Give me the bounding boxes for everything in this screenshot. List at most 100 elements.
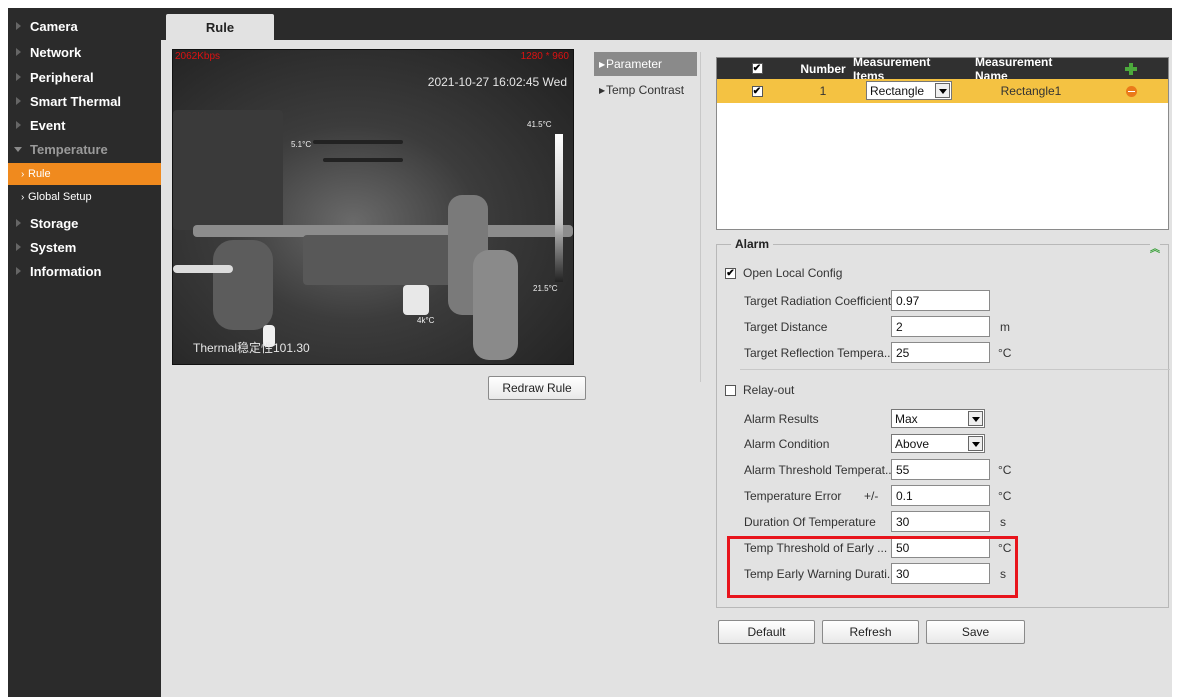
video-person-shape (213, 240, 273, 330)
sidebar-item-system[interactable]: System (8, 235, 161, 259)
sidebar-subitem-rule[interactable]: › Rule (8, 163, 161, 185)
default-button[interactable]: Default (718, 620, 815, 644)
video-temp-label: 5.1°C (291, 140, 312, 149)
expand-triangle-icon (16, 48, 21, 56)
tolerance-prefix: +/- (864, 489, 879, 503)
sidebar-item-label: System (30, 239, 77, 255)
target-reflection-temperature-input[interactable]: 25 (891, 342, 990, 363)
unit-label: °C (998, 489, 1012, 503)
sidebar-item-label: Smart Thermal (30, 93, 122, 109)
video-temp-label: 41.5°C (527, 120, 552, 129)
field-label: Alarm Results (744, 412, 819, 426)
dropdown-arrow-icon (968, 411, 983, 426)
measurement-table: ✔ Number Measurement Items Measurement N… (716, 54, 1169, 230)
sidebar-item-label: Storage (30, 215, 79, 231)
column-header-number: Number (800, 61, 846, 76)
thermal-video-preview[interactable]: 2062Kbps 1280 * 960 2021-10-27 16:02:45 … (172, 49, 574, 365)
sidebar-item-information[interactable]: Information (8, 259, 161, 283)
video-timestamp: 2021-10-27 16:02:45 Wed (427, 75, 567, 89)
dropdown-arrow-icon (968, 436, 983, 451)
unit-label: °C (998, 463, 1012, 477)
select-all-checkbox[interactable]: ✔ (747, 58, 767, 79)
target-radiation-coefficient-input[interactable]: 0.97 (891, 290, 990, 311)
column-header-measurement-name: Measurement Name (975, 54, 1053, 83)
temperature-error-input[interactable]: 0.1 (891, 485, 990, 506)
video-hot-object (403, 285, 429, 315)
unit-label: m (1000, 320, 1010, 334)
sidebar-subitem-global-setup[interactable]: › Global Setup (8, 186, 161, 208)
refresh-button[interactable]: Refresh (822, 620, 919, 644)
save-button[interactable]: Save (926, 620, 1025, 644)
unit-label: s (1000, 515, 1006, 529)
sidebar-item-network[interactable]: Network (8, 40, 161, 64)
video-scene-shape (313, 140, 403, 144)
checkbox-icon (725, 384, 736, 396)
parameter-subnav: ▶ Parameter ▶ Temp Contrast (594, 52, 697, 374)
subnav-label: Parameter (606, 57, 663, 71)
expand-triangle-icon (16, 219, 21, 227)
sidebar-item-temperature[interactable]: Temperature (8, 137, 161, 161)
relay-out-checkbox[interactable]: Relay-out (725, 383, 794, 397)
chevron-right-icon: › (21, 191, 25, 203)
sidebar-subitem-label: Global Setup (28, 191, 92, 203)
unit-label: °C (998, 346, 1012, 360)
subnav-label: Temp Contrast (606, 83, 685, 97)
expand-triangle-icon (16, 22, 21, 30)
alarm-group-title: Alarm (731, 237, 774, 251)
expand-triangle-icon (16, 97, 21, 105)
select-value: Rectangle (870, 83, 925, 98)
expand-triangle-icon (16, 73, 21, 81)
subnav-parameter[interactable]: ▶ Parameter (594, 52, 697, 76)
minus-circle-icon (1125, 85, 1137, 97)
checkbox-icon: ✔ (751, 85, 763, 97)
add-rule-button[interactable] (1121, 58, 1141, 79)
alarm-condition-select[interactable]: Above (891, 434, 985, 453)
delete-rule-button[interactable] (1121, 79, 1141, 103)
measurement-item-select[interactable]: Rectangle (866, 81, 952, 100)
select-value: Above (895, 436, 930, 451)
video-scene-shape (323, 158, 403, 162)
chevron-right-icon: › (21, 168, 25, 180)
dropdown-arrow-icon (935, 83, 950, 98)
tab-rule[interactable]: Rule (166, 14, 274, 40)
divider (740, 369, 1170, 370)
temperature-color-bar (555, 134, 563, 282)
open-local-config-checkbox[interactable]: ✔ Open Local Config (725, 266, 842, 280)
duration-of-temperature-input[interactable]: 30 (891, 511, 990, 532)
field-label: Alarm Threshold Temperat... (744, 463, 895, 477)
sidebar-item-smart-thermal[interactable]: Smart Thermal (8, 89, 161, 113)
top-bar (161, 8, 1172, 40)
video-temp-label: 21.5°C (533, 284, 558, 293)
row-checkbox[interactable]: ✔ (747, 79, 767, 103)
sidebar-item-storage[interactable]: Storage (8, 211, 161, 235)
target-distance-input[interactable]: 2 (891, 316, 990, 337)
alarm-threshold-temperature-input[interactable]: 55 (891, 459, 990, 480)
sidebar-item-label: Camera (30, 18, 78, 34)
alarm-results-select[interactable]: Max (891, 409, 985, 428)
video-scene-shape (173, 265, 233, 273)
row-measurement-name: Rectangle1 (1000, 84, 1062, 98)
checkbox-label: Open Local Config (743, 266, 843, 280)
select-value: Max (895, 411, 918, 426)
sidebar-item-event[interactable]: Event (8, 113, 161, 137)
video-bitrate: 2062Kbps (175, 51, 221, 62)
column-header-measurement-items: Measurement Items (853, 54, 931, 83)
expand-triangle-icon (16, 243, 21, 251)
divider (700, 52, 701, 382)
sidebar-item-camera[interactable]: Camera (8, 14, 161, 38)
video-scene-shape (173, 110, 283, 230)
video-osd-text: Thermal稳定性101.30 (193, 341, 310, 355)
redraw-rule-button[interactable]: Redraw Rule (488, 376, 586, 400)
collapse-chevron-icon[interactable]: ︽ (1150, 240, 1160, 255)
field-label: Target Reflection Tempera... (744, 346, 894, 360)
expand-triangle-icon (16, 267, 21, 275)
sidebar-item-peripheral[interactable]: Peripheral (8, 65, 161, 89)
field-label: Target Radiation Coefficient (744, 294, 892, 308)
sidebar-item-label: Network (30, 44, 82, 60)
subnav-temp-contrast[interactable]: ▶ Temp Contrast (594, 78, 697, 102)
plus-icon (1125, 62, 1137, 75)
checkbox-label: Relay-out (743, 383, 795, 397)
field-label: Target Distance (744, 320, 828, 334)
highlight-annotation-box (727, 536, 1018, 598)
table-row[interactable]: ✔ 1 Rectangle Rectangle1 (717, 79, 1168, 103)
